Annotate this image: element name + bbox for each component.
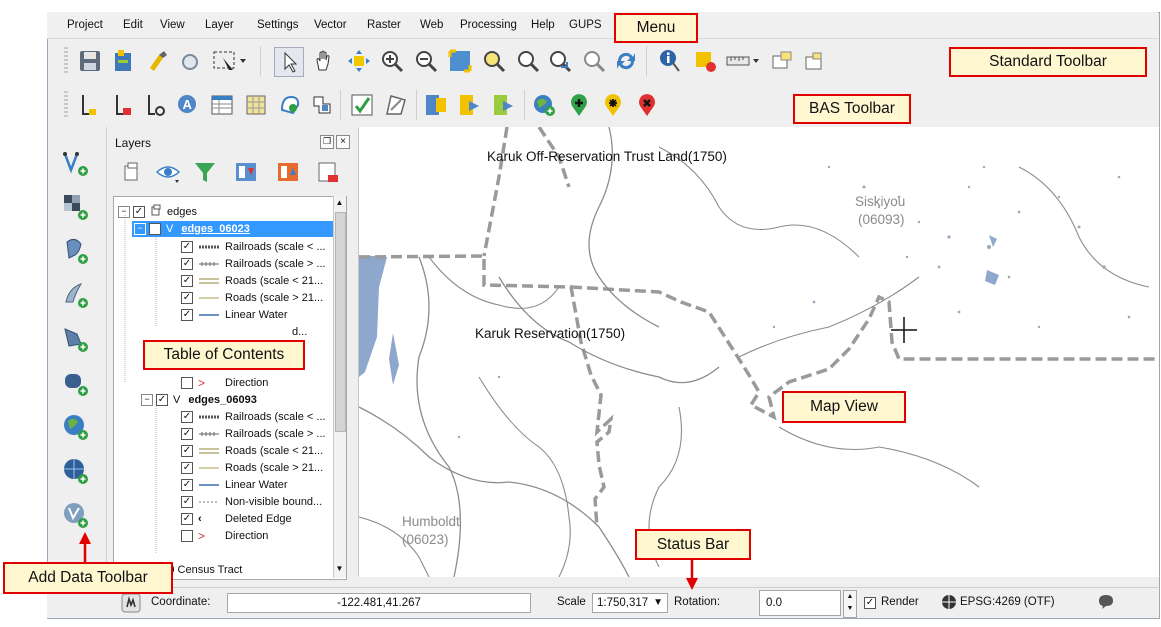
callout-arrows: [79, 532, 698, 590]
